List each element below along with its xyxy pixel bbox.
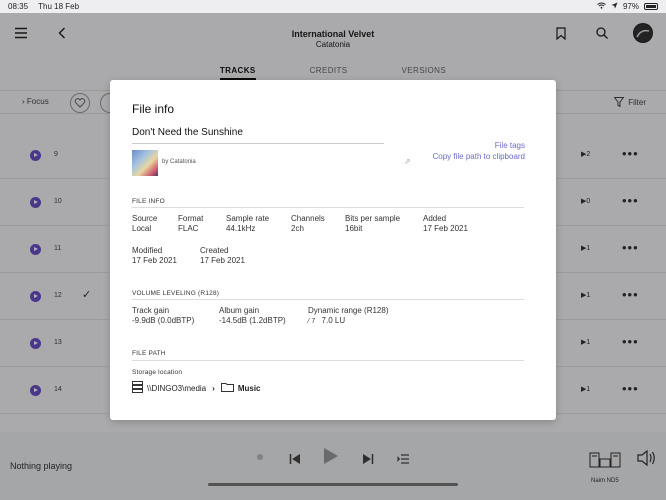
- channels-field: Channels 2ch: [291, 214, 325, 233]
- leveling-heading: VOLUME LEVELING (R128): [132, 290, 220, 297]
- track-gain-field: Track gain -9.9dB (0.0dBTP): [132, 306, 195, 325]
- dynamic-range-value: 7.0 LU: [321, 316, 346, 325]
- by-artist: by Catatonia: [162, 159, 196, 165]
- wifi-icon: [597, 2, 606, 11]
- copy-path-link[interactable]: Copy file path to clipboard: [433, 152, 526, 161]
- divider: [132, 143, 384, 144]
- modified-field: Modified 17 Feb 2021: [132, 246, 177, 265]
- path-folder[interactable]: Music: [238, 384, 261, 393]
- storage-location-label: Storage location: [132, 369, 183, 376]
- battery-icon: [644, 3, 658, 10]
- dynamic-range-icon: ⁄: [308, 318, 310, 325]
- storage-icon: [132, 381, 143, 395]
- status-bar: 08:35 Thu 18 Feb 97%: [0, 0, 666, 13]
- chevron-right-icon: ›: [212, 383, 215, 393]
- divider: [132, 299, 524, 300]
- divider: [132, 207, 524, 208]
- file-info-heading: FILE INFO: [132, 198, 165, 205]
- source-field: Source Local: [132, 214, 158, 233]
- album-gain-field: Album gain -14.5dB (1.2dBTP): [219, 306, 286, 325]
- album-art: [132, 150, 158, 176]
- divider: [132, 360, 524, 361]
- file-info-dialog: File info Don't Need the Sunshine File t…: [110, 80, 556, 420]
- file-tags-link[interactable]: File tags: [495, 141, 525, 150]
- path-root[interactable]: \\DINGO3\media: [147, 384, 206, 393]
- format-field: Format FLAC: [178, 214, 204, 233]
- track-title: Don't Need the Sunshine: [132, 127, 243, 138]
- file-path-heading: FILE PATH: [132, 350, 166, 357]
- added-field: Added 17 Feb 2021: [423, 214, 468, 233]
- battery-percent: 97%: [622, 2, 639, 11]
- created-field: Created 17 Feb 2021: [200, 246, 245, 265]
- bits-per-sample-field: Bits per sample 16bit: [345, 214, 401, 233]
- status-date: Thu 18 Feb: [38, 2, 80, 11]
- file-path-breadcrumb: \\DINGO3\media › Music: [132, 381, 260, 395]
- dialog-title: File info: [132, 102, 175, 116]
- location-icon: [611, 2, 618, 11]
- status-time: 08:35: [8, 2, 29, 11]
- edit-icon[interactable]: ⇗: [404, 157, 411, 166]
- sample-rate-field: Sample rate 44.1kHz: [226, 214, 270, 233]
- dynamic-range-badge: 7: [311, 318, 316, 325]
- dynamic-range-field: Dynamic range (R128) ⁄ 7 7.0 LU: [308, 306, 389, 325]
- folder-icon: [220, 382, 234, 394]
